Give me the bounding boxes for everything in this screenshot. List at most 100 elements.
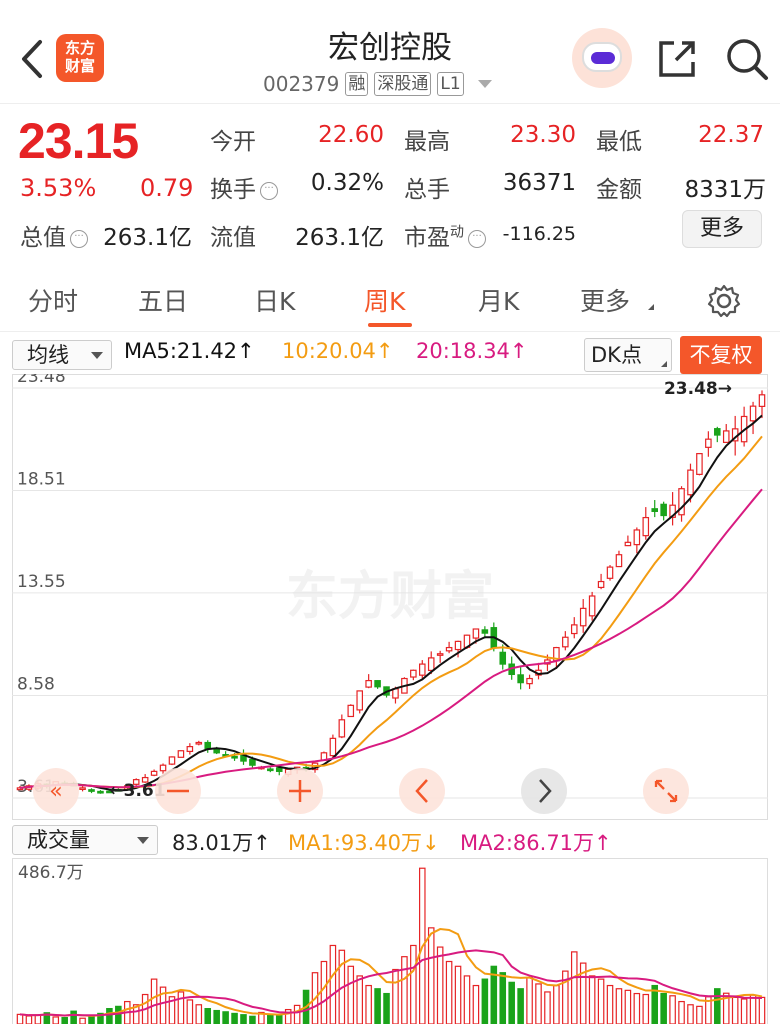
candle-body bbox=[356, 690, 363, 711]
candlestick-chart[interactable]: 东方财富 23.4818.5113.558.583.61 23.48→←3.61… bbox=[12, 374, 768, 820]
candle-body bbox=[651, 508, 659, 512]
volume-ma1-value: MA1:93.40万↓ bbox=[288, 831, 440, 855]
open-value: 22.60 bbox=[318, 122, 384, 148]
ma-selector[interactable]: 均线 bbox=[12, 340, 112, 370]
candle-body bbox=[338, 719, 346, 738]
scroll-far-left-button[interactable]: « bbox=[33, 768, 79, 814]
fullscreen-button[interactable] bbox=[643, 768, 689, 814]
tab-intraday[interactable]: 分时 bbox=[28, 282, 78, 318]
volume-bar bbox=[213, 1009, 220, 1024]
candle-body bbox=[678, 488, 685, 516]
pe-value: -116.25 bbox=[502, 223, 576, 245]
tab-five-day[interactable]: 五日 bbox=[138, 282, 188, 318]
volume-bar bbox=[204, 1008, 212, 1024]
gear-icon[interactable] bbox=[706, 283, 742, 319]
volume-bar bbox=[222, 1011, 229, 1024]
candle-body bbox=[714, 428, 721, 436]
volume-bar bbox=[642, 993, 650, 1024]
info-icon[interactable]: ··· bbox=[468, 230, 486, 248]
volume-indicator-row: 成交量 83.01万↑ MA1:93.40万↓ MA2:86.71万↑ bbox=[0, 822, 780, 858]
turnover-value: 0.32% bbox=[310, 170, 384, 196]
float-value: 263.1亿 bbox=[295, 225, 384, 251]
volume-bar bbox=[445, 960, 453, 1024]
tag-margin: 融 bbox=[345, 72, 369, 96]
candle-body bbox=[347, 704, 355, 718]
volume-bar bbox=[347, 965, 355, 1024]
search-icon[interactable] bbox=[724, 36, 770, 82]
turnover-label-text: 换手 bbox=[210, 177, 256, 203]
candle-body bbox=[597, 580, 605, 589]
y-tick-label: 13.55 bbox=[17, 572, 66, 592]
dk-point-selector[interactable]: DK点 bbox=[584, 338, 672, 372]
volume-bar bbox=[517, 988, 524, 1024]
zoom-out-button[interactable] bbox=[155, 768, 201, 814]
turnover-label: 换手 ··· bbox=[210, 170, 278, 204]
chevron-down-icon bbox=[91, 352, 103, 359]
no-adjust-button[interactable]: 不复权 bbox=[680, 336, 762, 374]
assistant-robot-icon[interactable] bbox=[572, 28, 632, 88]
candle-body bbox=[79, 787, 86, 790]
candle-body bbox=[624, 541, 632, 547]
volume-bar bbox=[195, 1004, 203, 1024]
volume-bar bbox=[427, 927, 435, 1024]
volume-chart[interactable]: 486.7万 bbox=[12, 858, 768, 1024]
info-icon[interactable]: ··· bbox=[70, 230, 88, 248]
volume-bar bbox=[16, 1013, 24, 1024]
volume-bar bbox=[588, 975, 596, 1024]
candle-body bbox=[231, 755, 238, 759]
volume-bar bbox=[660, 992, 667, 1024]
volume-bar bbox=[329, 944, 337, 1024]
tab-daily-k[interactable]: 日K bbox=[254, 282, 295, 318]
tab-more[interactable]: 更多 bbox=[580, 282, 630, 318]
volume-bar bbox=[115, 1005, 122, 1024]
volume-bar bbox=[320, 960, 328, 1024]
zoom-in-button[interactable] bbox=[277, 768, 323, 814]
pe-label: 市盈动 ··· bbox=[404, 218, 486, 252]
low-value: 22.37 bbox=[698, 122, 764, 148]
volume-bar bbox=[606, 984, 614, 1024]
scroll-left-button[interactable] bbox=[399, 768, 445, 814]
candle-body bbox=[705, 438, 712, 448]
candle-body bbox=[436, 653, 444, 656]
max-price-label: 23.48→ bbox=[664, 379, 732, 399]
share-icon[interactable] bbox=[656, 38, 698, 80]
volume-bar bbox=[249, 1015, 256, 1024]
candle-body bbox=[392, 688, 399, 699]
candle-body bbox=[687, 469, 694, 496]
candle-body bbox=[454, 640, 462, 651]
volume-selector[interactable]: 成交量 bbox=[12, 825, 158, 855]
period-tabs: 分时 五日 日K 周K 月K 更多 bbox=[0, 268, 780, 332]
volume-bar bbox=[392, 968, 399, 1024]
tab-weekly-k[interactable]: 周K bbox=[364, 282, 405, 318]
pe-label-sup: 动 bbox=[450, 224, 464, 241]
candle-body bbox=[88, 789, 95, 792]
tab-monthly-k[interactable]: 月K bbox=[478, 282, 519, 318]
tag-level: L1 bbox=[437, 72, 464, 96]
candle-body bbox=[427, 657, 435, 672]
volume-bar bbox=[553, 984, 560, 1024]
candle-body bbox=[606, 566, 614, 579]
volume-bar bbox=[740, 998, 748, 1024]
volume-bar bbox=[624, 989, 632, 1024]
volume-bar bbox=[714, 988, 721, 1024]
volume-label: 总手 bbox=[404, 177, 450, 203]
active-tab-indicator bbox=[368, 323, 412, 327]
volume-bar bbox=[52, 1016, 60, 1024]
chevron-down-icon[interactable] bbox=[477, 80, 492, 88]
high-label: 最高 bbox=[404, 129, 450, 155]
change-amount: 0.79 bbox=[140, 174, 194, 202]
candle-body bbox=[722, 430, 730, 443]
info-icon[interactable]: ··· bbox=[260, 182, 278, 200]
candle-body bbox=[159, 764, 167, 772]
low-label: 最低 bbox=[596, 129, 642, 155]
volume-bar bbox=[633, 992, 641, 1024]
stock-subline[interactable]: 002379 融 深股通 L1 bbox=[263, 70, 492, 98]
candle-body bbox=[633, 529, 641, 546]
volume-bar bbox=[61, 1016, 68, 1024]
candle-body bbox=[168, 756, 176, 765]
volume-bar bbox=[365, 984, 372, 1024]
candle-body bbox=[97, 790, 104, 794]
volume-bar bbox=[374, 988, 381, 1024]
more-button[interactable]: 更多 bbox=[682, 210, 762, 248]
scroll-right-button[interactable] bbox=[521, 768, 567, 814]
